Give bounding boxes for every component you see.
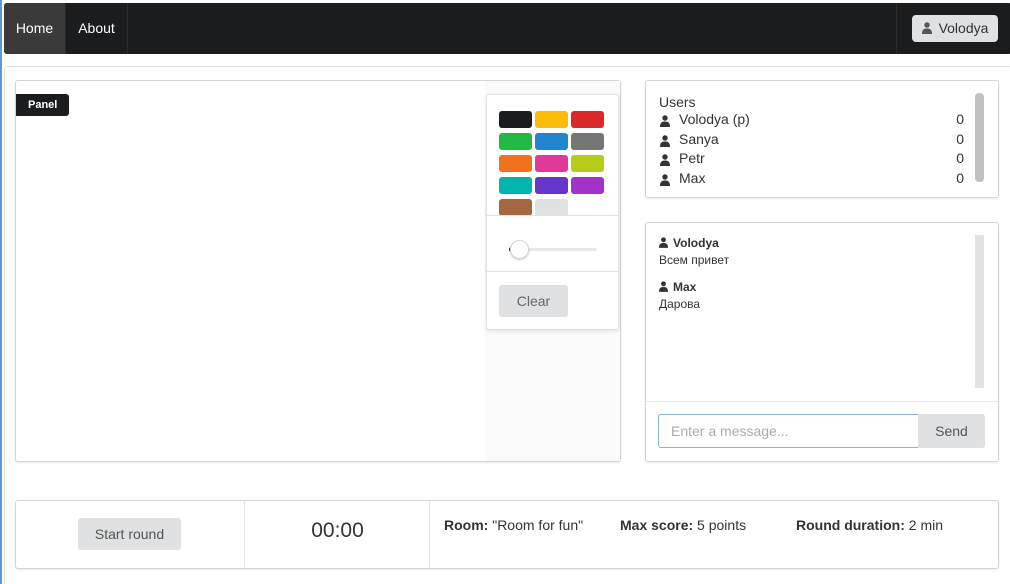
color-swatch[interactable]: [571, 133, 604, 150]
max-score-info: Max score: 5 points: [620, 517, 746, 533]
color-swatch[interactable]: [535, 133, 568, 150]
user-icon: [659, 237, 668, 251]
user-name: Sanya: [679, 130, 719, 147]
user-score: 0: [956, 111, 964, 127]
bar-divider: [429, 501, 430, 568]
max-score-value: 5 points: [697, 517, 747, 533]
round-duration-label: Round duration:: [796, 517, 905, 533]
clear-button[interactable]: Clear: [499, 285, 568, 317]
user-score: 0: [956, 130, 964, 147]
room-info: Room: "Room for fun": [444, 517, 583, 533]
tools-panel: Clear: [486, 94, 619, 330]
top-navbar: Home About Volodya: [4, 3, 1010, 54]
nav-home-link[interactable]: Home: [4, 3, 65, 54]
chat-card: Volodya Всем привет Max Дарова Send: [645, 222, 999, 462]
user-menu-button[interactable]: Volodya: [912, 15, 998, 42]
round-timer: 00:00: [311, 519, 364, 542]
color-swatch[interactable]: [535, 111, 568, 128]
room-label: Room:: [444, 517, 489, 533]
user-list-item: Petr 0: [659, 149, 964, 168]
max-score-label: Max score:: [620, 517, 694, 533]
tools-divider: [487, 215, 618, 216]
message-input[interactable]: [658, 414, 919, 448]
color-swatch[interactable]: [499, 133, 532, 150]
user-list-item: Max 0: [659, 169, 964, 188]
start-round-button[interactable]: Start round: [78, 518, 181, 550]
tools-column: Clear: [485, 81, 620, 461]
user-menu-label: Volodya: [938, 20, 989, 36]
user-name: Volodya (p): [679, 111, 750, 127]
color-swatch[interactable]: [499, 177, 532, 194]
message-author-name: Volodya: [673, 236, 719, 250]
user-icon: [659, 281, 668, 295]
color-swatch[interactable]: [499, 111, 532, 128]
round-duration-value: 2 min: [908, 517, 943, 533]
nav-about-link[interactable]: About: [65, 3, 128, 54]
message-author-name: Max: [673, 280, 697, 294]
user-name: Max: [679, 169, 706, 186]
room-value: "Room for fun": [492, 517, 584, 533]
drawing-canvas[interactable]: [16, 81, 484, 461]
users-scrollbar[interactable]: [975, 93, 984, 182]
color-swatch[interactable]: [571, 111, 604, 128]
user-name: Petr: [679, 150, 705, 166]
message-author: Volodya: [659, 236, 719, 251]
color-swatch[interactable]: [571, 177, 604, 194]
user-icon: [660, 172, 670, 191]
users-card: Users Volodya (p) 0 Sanya 0 Petr 0 Max 0: [645, 80, 999, 198]
color-swatch[interactable]: [535, 199, 568, 216]
message-text: Всем привет: [659, 253, 730, 267]
user-list-item: Sanya 0: [659, 130, 964, 149]
color-swatch[interactable]: [571, 155, 604, 172]
user-score: 0: [956, 150, 964, 166]
message-text: Дарова: [659, 297, 701, 311]
message-author: Max: [659, 280, 696, 295]
chat-divider: [646, 401, 998, 402]
chat-scrollbar[interactable]: [975, 235, 984, 388]
users-title: Users: [659, 94, 696, 110]
round-info-bar: Start round 00:00 Room: "Room for fun" M…: [15, 500, 999, 569]
color-swatch[interactable]: [535, 177, 568, 194]
tools-divider: [487, 271, 618, 272]
color-swatch[interactable]: [499, 155, 532, 172]
panel-label: Panel: [16, 94, 70, 116]
navbar-divider: [896, 3, 897, 54]
user-list-item: Volodya (p) 0: [659, 110, 964, 129]
user-score: 0: [956, 169, 964, 186]
user-icon: [921, 16, 932, 43]
round-duration-info: Round duration: 2 min: [796, 517, 943, 533]
drawing-card: Panel Clear: [15, 80, 621, 462]
send-button[interactable]: Send: [918, 414, 985, 448]
color-swatch[interactable]: [499, 199, 532, 216]
color-swatch[interactable]: [535, 155, 568, 172]
brush-size-handle[interactable]: [510, 240, 529, 259]
